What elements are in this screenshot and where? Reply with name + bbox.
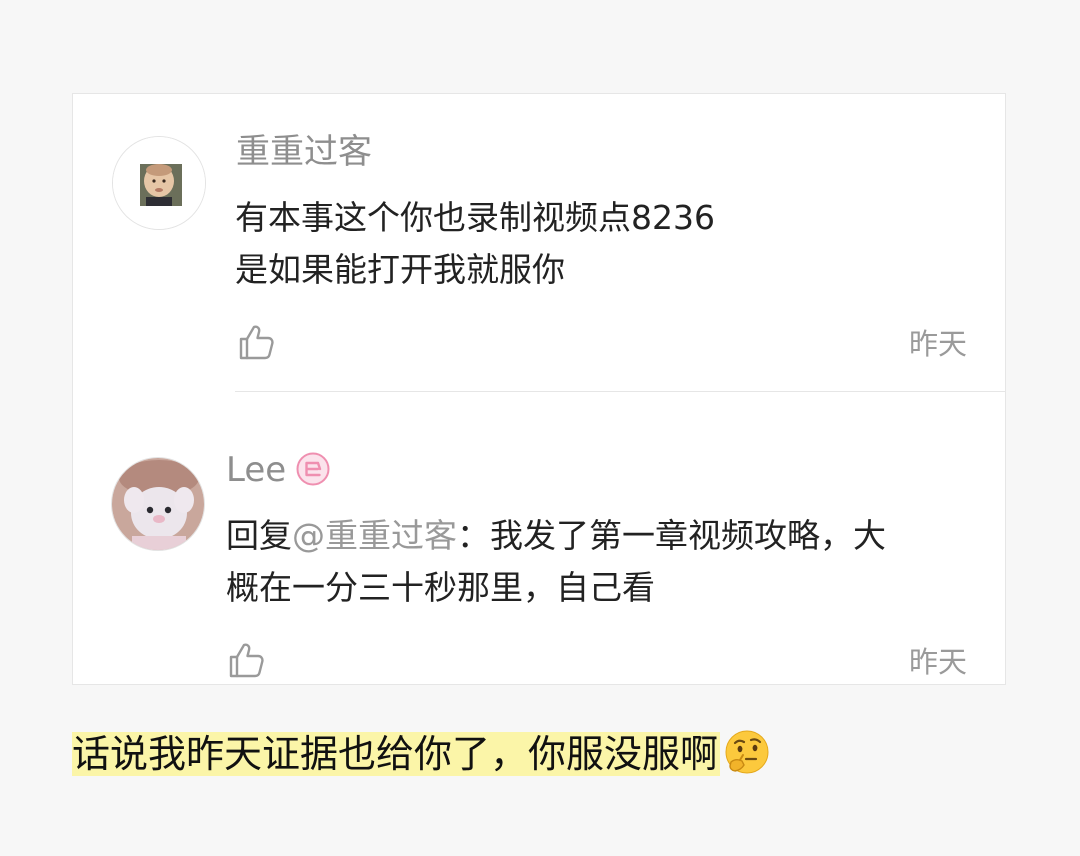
mention-link[interactable]: @重重过客: [292, 516, 457, 555]
comment-username[interactable]: Lee: [226, 450, 330, 490]
comment-item: Lee 回复@重重过客：我发了第一章视频攻略，大 概在一分三十秒那里，自己看 昨…: [73, 392, 1005, 684]
comment-card: 重重过客 有本事这个你也录制视频点8236 是如果能打开我就服你 昨天 Lee …: [72, 93, 1006, 685]
reply-prefix: 回复: [226, 516, 292, 555]
reply-text-line: 回复@重重过客：我发了第一章视频攻略，大: [226, 510, 966, 562]
vip-badge-icon: [296, 452, 330, 485]
comment-text: 有本事这个你也录制视频点8236 是如果能打开我就服你: [235, 192, 955, 296]
thumbs-up-icon: [239, 325, 274, 360]
reply-text-segment: ：我发了第一章视频攻略，大: [457, 516, 886, 555]
reply-text: 回复@重重过客：我发了第一章视频攻略，大 概在一分三十秒那里，自己看: [226, 510, 966, 614]
avatar[interactable]: [112, 136, 206, 230]
caption-highlighted-text: 话说我昨天证据也给你了，你服没服啊: [72, 732, 721, 776]
like-button[interactable]: [226, 640, 266, 680]
caption: 话说我昨天证据也给你了，你服没服啊: [72, 728, 772, 780]
like-button[interactable]: [236, 322, 276, 362]
comment-text-line: 有本事这个你也录制视频点8236: [235, 198, 715, 237]
username-text: Lee: [226, 450, 287, 490]
thumbs-up-icon: [229, 643, 264, 678]
comment-time: 昨天: [908, 327, 967, 361]
comment-username[interactable]: 重重过客: [236, 132, 372, 172]
comment-item: 重重过客 有本事这个你也录制视频点8236 是如果能打开我就服你 昨天: [73, 94, 1005, 392]
baby-avatar-image: [113, 137, 205, 229]
comment-time: 昨天: [908, 645, 967, 679]
thinking-face-emoji: [725, 730, 769, 773]
plush-toy-avatar-image: [112, 458, 204, 550]
comment-text-line: 是如果能打开我就服你: [235, 250, 565, 289]
reply-text-line: 概在一分三十秒那里，自己看: [226, 568, 655, 607]
avatar[interactable]: [111, 457, 205, 551]
